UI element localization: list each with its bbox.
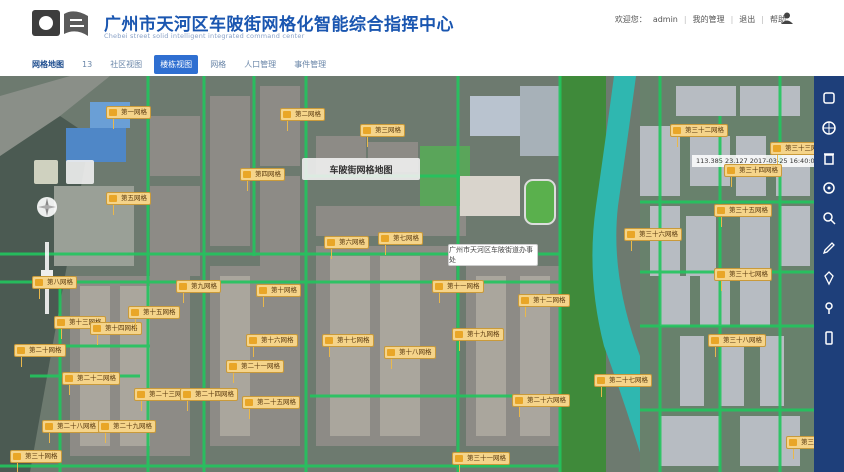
grid-label[interactable]: 第二十七网格 — [594, 374, 652, 397]
grid-label[interactable]: 第十网格 — [256, 284, 301, 307]
tab-community-view[interactable]: 社区视图 — [104, 55, 148, 74]
search-icon[interactable] — [821, 210, 837, 226]
grid-label[interactable]: 第三网格 — [360, 124, 405, 147]
header-link-logout[interactable]: 退出 — [739, 14, 755, 25]
grid-label[interactable]: 第十六网格 — [246, 334, 298, 357]
page-subtitle: Chebei street solid intelligent integrat… — [104, 32, 305, 40]
tab-population[interactable]: 人口管理 — [238, 55, 282, 74]
grid-label[interactable]: 第三十二网格 — [670, 124, 728, 147]
tab-grid[interactable]: 网格 — [204, 55, 232, 74]
grid-label[interactable]: 第三十八网格 — [708, 334, 766, 357]
grid-label[interactable]: 第十八网格 — [384, 346, 436, 369]
user-name[interactable]: admin — [653, 15, 678, 24]
grid-label[interactable]: 第三十七网格 — [714, 268, 772, 291]
grid-label[interactable]: 第十一网格 — [432, 280, 484, 303]
grid-label[interactable]: 第八网格 — [32, 276, 77, 299]
pin-icon[interactable] — [821, 270, 837, 286]
app: 广州市天河区车陂街网格化智能综合指挥中心 Chebei street solid… — [0, 0, 844, 472]
layers-icon[interactable] — [821, 90, 837, 106]
divider: | — [730, 15, 734, 24]
tab-count[interactable]: 13 — [76, 56, 98, 73]
user-avatar-icon[interactable] — [780, 11, 794, 25]
grid-label[interactable]: 第二十网格 — [14, 344, 66, 367]
grid-label[interactable]: 第三十四网格 — [724, 164, 782, 187]
divider: | — [761, 15, 764, 24]
grid-label[interactable]: 第十五网格 — [128, 306, 180, 329]
grid-label[interactable]: 第十四网格 — [90, 322, 142, 345]
grid-label[interactable]: 第二十九网格 — [98, 420, 156, 443]
grid-label[interactable]: 第五网格 — [106, 192, 151, 215]
phone-icon[interactable] — [821, 330, 837, 346]
edit-icon[interactable] — [821, 240, 837, 256]
compass-icon[interactable] — [36, 196, 58, 218]
grid-label[interactable]: 第二十二网格 — [62, 372, 120, 395]
grid-label[interactable]: 第三十六网格 — [624, 228, 682, 251]
map-camera-button[interactable] — [66, 160, 94, 184]
map-banner: 车陂街网格地图 — [302, 158, 420, 180]
map-thumbnail-button[interactable] — [34, 160, 58, 184]
grid-label[interactable]: 第二十四网格 — [180, 388, 238, 411]
globe-icon[interactable] — [821, 120, 837, 136]
tab-grid-map[interactable]: 网格地图 — [26, 55, 70, 74]
location-icon[interactable] — [821, 300, 837, 316]
divider: | — [683, 15, 687, 24]
grid-label[interactable]: 第四网格 — [240, 168, 285, 191]
grid-label[interactable]: 第六网格 — [324, 236, 369, 259]
grid-label[interactable]: 第一网格 — [106, 106, 151, 129]
grid-label[interactable]: 第三十三网格 — [770, 142, 814, 165]
grid-label[interactable]: 第二十八网格 — [42, 420, 100, 443]
grid-label[interactable]: 第九网格 — [176, 280, 221, 303]
tab-building-view[interactable]: 楼栋视图 — [154, 54, 199, 74]
header: 广州市天河区车陂街网格化智能综合指挥中心 Chebei street solid… — [0, 0, 844, 48]
grid-label[interactable]: 第十二网格 — [518, 294, 570, 317]
header-link-manage[interactable]: 我的管理 — [693, 14, 725, 25]
logo-icon — [32, 10, 88, 36]
map-view[interactable]: 车陂街网格地图 广州市天河区车陂街道办事处 113.385 23.127 201… — [0, 76, 814, 472]
grid-label[interactable]: 第三十九网格 — [786, 436, 814, 459]
grid-label[interactable]: 第十九网格 — [452, 328, 504, 351]
tab-events[interactable]: 事件管理 — [288, 55, 332, 74]
grid-label[interactable]: 第三十网格 — [10, 450, 62, 472]
right-toolbar — [814, 76, 844, 472]
grid-label[interactable]: 第三十五网格 — [714, 204, 772, 227]
grid-label[interactable]: 第三十一网格 — [452, 452, 510, 472]
grid-label[interactable]: 第二十六网格 — [512, 394, 570, 417]
grid-label[interactable]: 第十七网格 — [322, 334, 374, 357]
target-icon[interactable] — [821, 180, 837, 196]
user-area: 欢迎您： admin | 我的管理 | 退出 | 帮助 — [615, 14, 786, 25]
grid-label[interactable]: 第二十五网格 — [242, 396, 300, 419]
trash-icon[interactable] — [821, 150, 837, 166]
tab-bar: 网格地图 13 社区视图 楼栋视图 网格 人口管理 事件管理 — [0, 52, 844, 76]
grid-label[interactable]: 第二十一网格 — [226, 360, 284, 383]
welcome-label: 欢迎您： — [614, 15, 647, 24]
map-popup[interactable]: 广州市天河区车陂街道办事处 — [448, 244, 538, 266]
grid-label[interactable]: 第二网格 — [280, 108, 325, 131]
grid-label[interactable]: 第七网格 — [378, 232, 423, 255]
